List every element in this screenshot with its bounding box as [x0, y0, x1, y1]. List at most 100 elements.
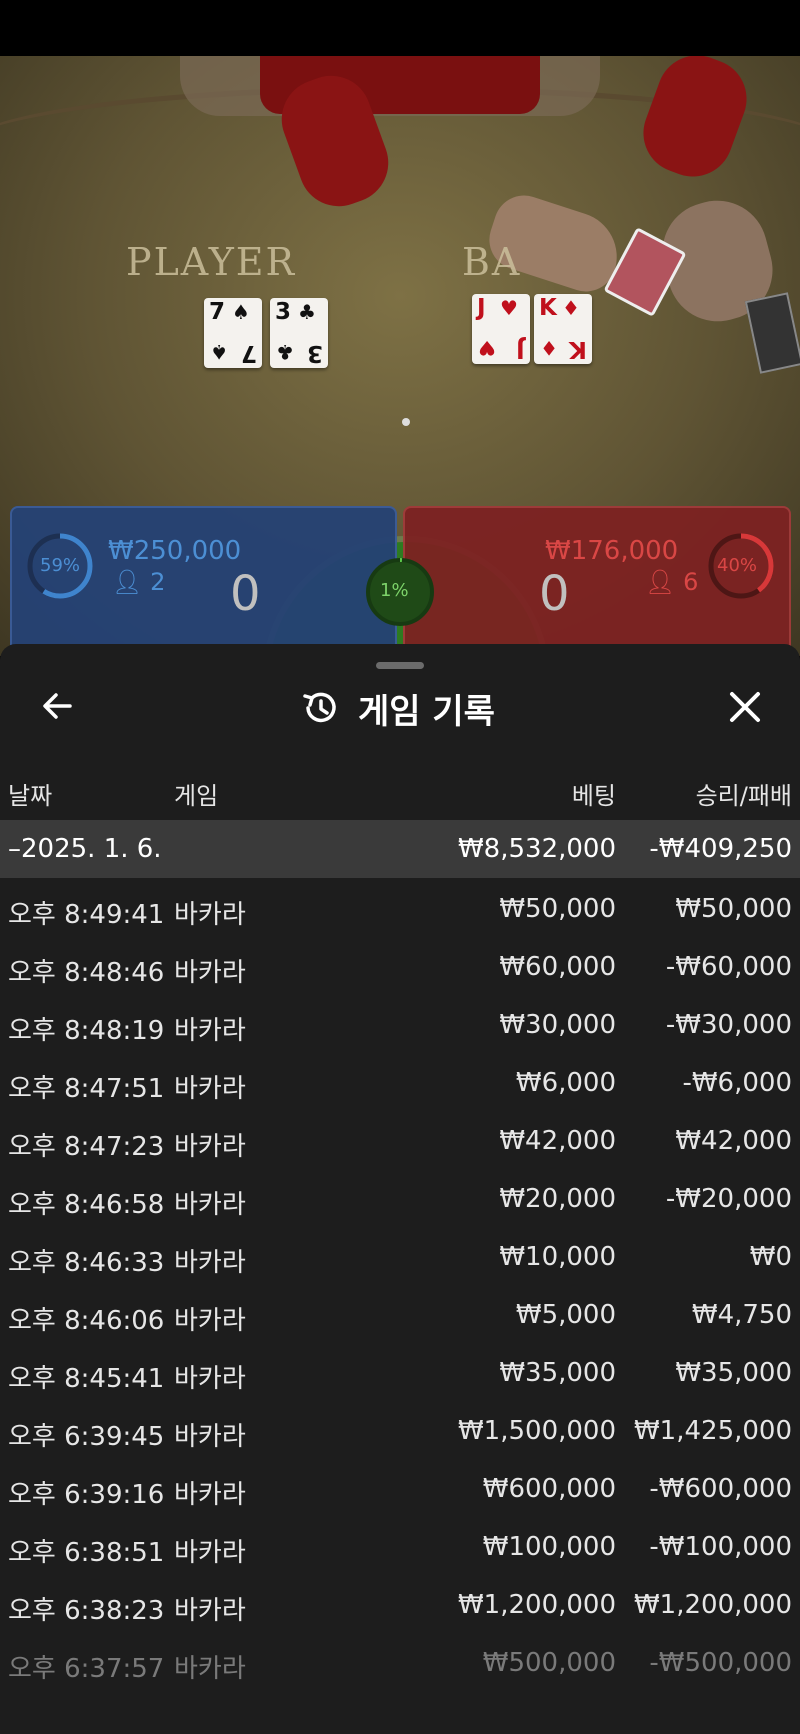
- row-game: 바카라: [174, 958, 246, 988]
- drag-handle[interactable]: [376, 662, 424, 669]
- column-header-date[interactable]: 날짜: [8, 776, 52, 811]
- row-time: 오후 8:46:33: [8, 1248, 165, 1278]
- history-row[interactable]: 오후 6:39:45 바카라 ₩1,500,000 ₩1,425,000: [0, 1400, 800, 1458]
- close-icon: [730, 692, 760, 722]
- banker-percent: 40%: [717, 555, 758, 576]
- row-time: 오후 8:46:06: [8, 1306, 165, 1336]
- history-row[interactable]: 오후 8:46:58 바카라 ₩20,000 -₩20,000: [0, 1168, 800, 1226]
- sheet-title: 게임 기록: [358, 691, 495, 732]
- status-bar: [0, 0, 800, 56]
- history-icon: [303, 692, 336, 723]
- row-result: -₩20,000: [665, 1184, 792, 1214]
- history-row[interactable]: 오후 6:38:23 바카라 ₩1,200,000 ₩1,200,000: [0, 1574, 800, 1632]
- sheet-header: 게임 기록: [300, 686, 495, 732]
- row-time: 오후 8:49:41: [8, 900, 165, 930]
- row-time: 오후 6:38:23: [8, 1596, 165, 1626]
- row-bet: ₩1,500,000: [457, 1416, 616, 1446]
- row-time: 오후 8:47:51: [8, 1074, 165, 1104]
- back-button[interactable]: [36, 684, 80, 728]
- row-bet: ₩5,000: [515, 1300, 616, 1330]
- row-result: ₩1,200,000: [633, 1590, 792, 1620]
- banker-table-label: BA: [462, 240, 522, 284]
- column-header-result[interactable]: 승리/패배: [696, 776, 792, 811]
- history-row[interactable]: 오후 8:47:23 바카라 ₩42,000 ₩42,000: [0, 1110, 800, 1168]
- history-row[interactable]: 오후 8:46:06 바카라 ₩5,000 ₩4,750: [0, 1284, 800, 1342]
- row-result: -₩6,000: [682, 1068, 792, 1098]
- row-bet: ₩50,000: [499, 894, 616, 924]
- row-result: -₩500,000: [649, 1648, 792, 1678]
- row-result: ₩42,000: [675, 1126, 792, 1156]
- row-result: -₩600,000: [649, 1474, 792, 1504]
- row-bet: ₩35,000: [499, 1358, 616, 1388]
- player-percent: 59%: [40, 555, 81, 576]
- banker-card-2: K ♦ ♦ K: [534, 294, 592, 364]
- row-game: 바카라: [174, 900, 246, 930]
- history-row[interactable]: 오후 8:46:33 바카라 ₩10,000 ₩0: [0, 1226, 800, 1284]
- row-bet: ₩30,000: [499, 1010, 616, 1040]
- row-time: 오후 8:46:58: [8, 1190, 165, 1220]
- row-bet: ₩10,000: [499, 1242, 616, 1272]
- row-time: 오후 8:48:46: [8, 958, 165, 988]
- row-bet: ₩42,000: [499, 1126, 616, 1156]
- row-bet: ₩60,000: [499, 952, 616, 982]
- row-result: ₩0: [749, 1242, 792, 1272]
- column-header-game[interactable]: 게임: [174, 776, 218, 811]
- row-game: 바카라: [174, 1132, 246, 1162]
- row-result: -₩100,000: [649, 1532, 792, 1562]
- person-icon: 👤︎: [645, 568, 676, 596]
- history-row[interactable]: 오후 8:45:41 바카라 ₩35,000 ₩35,000: [0, 1342, 800, 1400]
- row-game: 바카라: [174, 1654, 246, 1684]
- row-time: 오후 6:39:45: [8, 1422, 165, 1452]
- game-history-sheet: 게임 기록 날짜 게임 베팅 승리/패배 –2025. 1. 6. ₩8,532…: [0, 644, 800, 1734]
- close-button[interactable]: [722, 684, 768, 730]
- table-marker-dot: [402, 418, 410, 426]
- row-time: 오후 6:37:57: [8, 1654, 165, 1684]
- player-bet-amount: ₩250,000: [108, 536, 242, 566]
- player-bet-stats[interactable]: 59% ₩250,000 👤︎ 2 0: [10, 506, 397, 660]
- person-icon: 👤︎: [112, 568, 143, 596]
- summary-bet: ₩8,532,000: [457, 834, 616, 864]
- history-list: 오후 8:49:41 바카라 ₩50,000 ₩50,000 오후 8:48:46 바카…: [0, 878, 800, 1690]
- row-game: 바카라: [174, 1306, 246, 1336]
- row-bet: ₩20,000: [499, 1184, 616, 1214]
- player-bettor-count: 👤︎ 2: [112, 568, 166, 596]
- player-card-2: 3 ♣ ♣ 3: [270, 298, 328, 368]
- row-game: 바카라: [174, 1422, 246, 1452]
- history-row[interactable]: 오후 6:39:16 바카라 ₩600,000 -₩600,000: [0, 1458, 800, 1516]
- row-game: 바카라: [174, 1364, 246, 1394]
- row-result: -₩60,000: [665, 952, 792, 982]
- banker-bet-amount: ₩176,000: [545, 536, 679, 566]
- history-row[interactable]: 오후 8:48:19 바카라 ₩30,000 -₩30,000: [0, 994, 800, 1052]
- row-time: 오후 6:38:51: [8, 1538, 165, 1568]
- row-bet: ₩500,000: [482, 1648, 616, 1678]
- tie-percent: 1%: [380, 580, 409, 601]
- player-score: 0: [230, 566, 261, 622]
- history-row[interactable]: 오후 6:37:57 바카라 ₩500,000 -₩500,000: [0, 1632, 800, 1690]
- row-result: -₩30,000: [665, 1010, 792, 1040]
- arrow-left-icon: [43, 693, 72, 719]
- banker-card-1: J ♥ ♥ J: [472, 294, 530, 364]
- row-bet: ₩6,000: [515, 1068, 616, 1098]
- history-row[interactable]: 오후 8:49:41 바카라 ₩50,000 ₩50,000: [0, 878, 800, 936]
- row-time: 오후 8:45:41: [8, 1364, 165, 1394]
- date-summary-row[interactable]: –2025. 1. 6. ₩8,532,000 -₩409,250: [0, 820, 800, 878]
- card-shoe: [744, 292, 800, 374]
- row-game: 바카라: [174, 1538, 246, 1568]
- history-row[interactable]: 오후 6:38:51 바카라 ₩100,000 -₩100,000: [0, 1516, 800, 1574]
- row-result: ₩1,425,000: [633, 1416, 792, 1446]
- history-row[interactable]: 오후 8:48:46 바카라 ₩60,000 -₩60,000: [0, 936, 800, 994]
- summary-date: –2025. 1. 6.: [8, 834, 162, 864]
- row-game: 바카라: [174, 1248, 246, 1278]
- row-result: ₩50,000: [675, 894, 792, 924]
- row-game: 바카라: [174, 1074, 246, 1104]
- history-row[interactable]: 오후 8:47:51 바카라 ₩6,000 -₩6,000: [0, 1052, 800, 1110]
- column-header-bet[interactable]: 베팅: [572, 776, 616, 811]
- row-game: 바카라: [174, 1480, 246, 1510]
- banker-bet-stats[interactable]: 40% ₩176,000 👤︎ 6 0: [403, 506, 791, 660]
- player-table-label: PLAYER: [126, 240, 297, 284]
- row-bet: ₩600,000: [482, 1474, 616, 1504]
- row-time: 오후 8:47:23: [8, 1132, 165, 1162]
- player-card-1: 7 ♠ ♠ 7: [204, 298, 262, 368]
- row-result: ₩35,000: [675, 1358, 792, 1388]
- summary-result: -₩409,250: [649, 834, 792, 864]
